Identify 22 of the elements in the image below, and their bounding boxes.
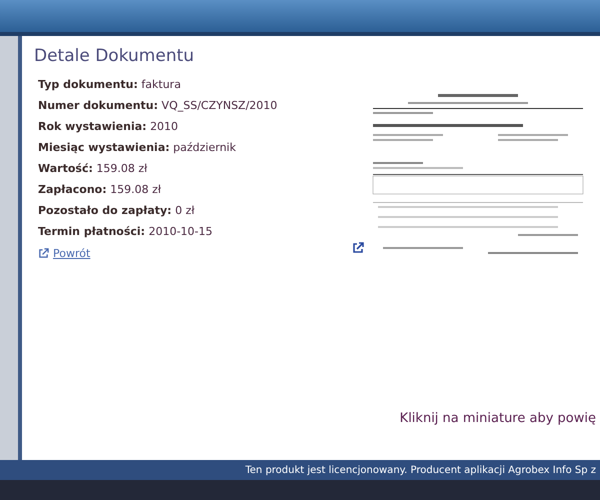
- field-label: Typ dokumentu:: [38, 78, 138, 90]
- field-value: VQ_SS/CZYNSZ/2010: [162, 98, 278, 112]
- field-value: 159.08 zł: [110, 182, 162, 196]
- field-label: Miesiąc wystawienia:: [38, 140, 170, 154]
- back-link[interactable]: Powrót: [53, 246, 90, 262]
- field-value: 2010: [150, 120, 178, 132]
- footer-text: Ten produkt jest licencjonowany. Producent aplikacji Agrobex Info Sp z: [245, 464, 596, 478]
- external-link-icon: [352, 242, 364, 254]
- field-value: faktura: [141, 78, 181, 90]
- field-label: Wartość:: [38, 162, 93, 174]
- field-value: październik: [173, 140, 236, 154]
- field-value: 2010-10-15: [148, 224, 213, 238]
- field-value: 159.08 zł: [96, 162, 148, 174]
- field-label: Rok wystawienia:: [38, 120, 147, 132]
- field-label: Termin płatności:: [38, 224, 146, 238]
- external-link-icon: [38, 248, 49, 260]
- thumbnail-hint: Kliknij na miniature aby powię: [400, 410, 596, 428]
- field-label: Pozostało do zapłaty:: [38, 204, 172, 216]
- field-value: 0 zł: [175, 204, 194, 216]
- page-title: Detale Dokumentu: [34, 45, 196, 68]
- field-label: Zapłacono:: [38, 182, 107, 196]
- field-label: Numer dokumentu:: [38, 98, 158, 112]
